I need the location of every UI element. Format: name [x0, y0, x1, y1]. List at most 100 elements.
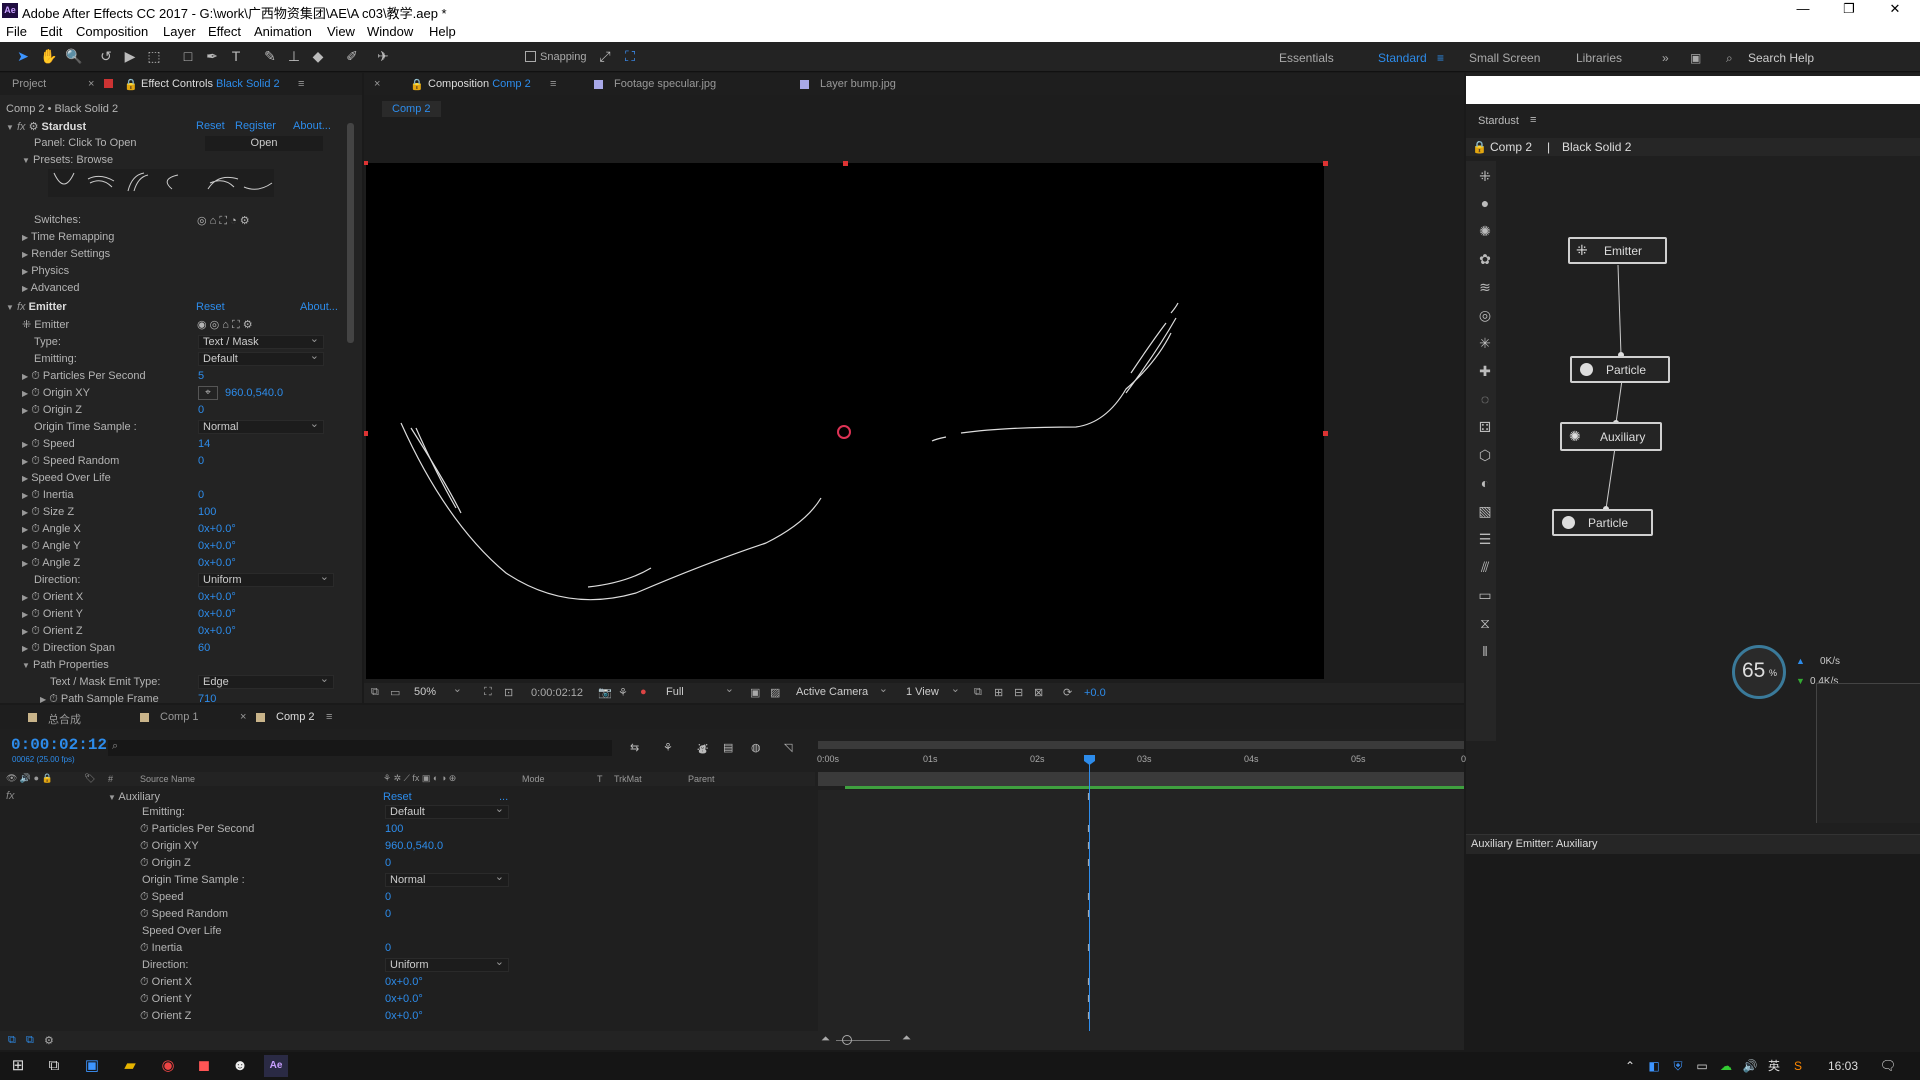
palette-turbulence-icon[interactable]: ✿	[1476, 250, 1494, 268]
stardust-reset-link[interactable]: Reset	[196, 120, 225, 134]
prop-path-properties[interactable]: ▼ Path Properties	[22, 659, 109, 673]
prop-orient-z[interactable]: ▶ ⏱ Orient Z	[22, 625, 83, 639]
stopwatch-icon[interactable]: ⏱	[31, 438, 40, 450]
keyframe-marker[interactable]: I	[1087, 841, 1092, 852]
keyframe-marker[interactable]: I	[1087, 1011, 1092, 1022]
expand-icon[interactable]: ▶	[22, 389, 28, 398]
stardust-register-link[interactable]: Register	[235, 120, 276, 134]
task-view-icon[interactable]: ⧉	[42, 1055, 66, 1077]
prop-value[interactable]: 0	[198, 455, 204, 469]
collapse-icon[interactable]: ▼	[6, 303, 14, 312]
palette-spin-icon[interactable]: ◌	[1476, 390, 1494, 408]
camera-dropdown[interactable]: Active Camera	[792, 683, 892, 700]
expand-icon[interactable]: ▶	[22, 593, 28, 602]
brush-tool-icon[interactable]: ✎	[262, 48, 278, 64]
prop-origin-time-sample[interactable]: Origin Time Sample :	[34, 421, 137, 435]
prop-dropdown[interactable]: Default	[198, 350, 324, 366]
palette-auxiliary-icon[interactable]: ✺	[1476, 222, 1494, 240]
lock-icon[interactable]: 🔒	[124, 78, 138, 91]
reset-exposure-icon[interactable]: ⟳	[1063, 686, 1072, 699]
notification-icon[interactable]: 🗨	[1876, 1055, 1900, 1077]
timeline-icon[interactable]: ⊟	[1014, 686, 1023, 699]
prop-speed-random[interactable]: ▶ ⏱ Speed Random	[22, 455, 119, 469]
tl-prop-inertia[interactable]: ⏱ Inertia	[140, 942, 182, 956]
prop-direction[interactable]: Direction:	[34, 574, 80, 588]
tl-prop-speed[interactable]: ⏱ Speed	[140, 891, 183, 905]
stopwatch-icon[interactable]: ⏱	[49, 693, 58, 705]
menu-layer[interactable]: Layer	[163, 24, 196, 39]
title-safe-icon[interactable]: ⊡	[504, 686, 513, 699]
prop-dropdown[interactable]: Edge	[198, 673, 334, 689]
group-physics[interactable]: ▶ Physics	[22, 265, 69, 279]
clock[interactable]: 16:03	[1828, 1059, 1858, 1073]
after-effects-icon[interactable]: Ae	[264, 1055, 288, 1077]
selection-tool-icon[interactable]: ➤	[15, 48, 31, 64]
resolution-dropdown[interactable]: Full	[662, 683, 738, 700]
stardust-about-link[interactable]: About...	[293, 120, 331, 134]
expand-icon[interactable]: ▶	[22, 457, 28, 466]
palette-group-icon[interactable]: ⚃	[1476, 418, 1494, 436]
show-snapshot-icon[interactable]: ⚘	[618, 686, 628, 699]
tl-prop-dropdown[interactable]: Normal	[385, 871, 509, 887]
node-particle-2[interactable]: Particle	[1552, 509, 1653, 536]
prop-origin-z[interactable]: ▶ ⏱ Origin Z	[22, 404, 82, 418]
transparency-grid-icon[interactable]: ▨	[770, 686, 780, 699]
palette-model-icon[interactable]: ⬡	[1476, 446, 1494, 464]
qq-icon[interactable]: ☻	[228, 1055, 252, 1077]
stopwatch-icon[interactable]: ⏱	[31, 540, 40, 552]
zoom-out-icon[interactable]: ⏶	[821, 1033, 830, 1046]
zoom-slider-knob[interactable]	[842, 1035, 852, 1045]
menu-edit[interactable]: Edit	[40, 24, 62, 39]
prop-emitting[interactable]: Emitting:	[34, 353, 77, 367]
palette-frame-icon[interactable]: ▭	[1476, 586, 1494, 604]
keyframe-marker[interactable]: I	[1087, 909, 1092, 920]
expand-icon[interactable]: ▶	[22, 559, 28, 568]
layer-handle-tl[interactable]	[364, 161, 368, 165]
stopwatch-icon[interactable]: ⏱	[140, 857, 149, 869]
panel-menu-icon[interactable]: ≡	[550, 78, 556, 90]
prop-value[interactable]: 0	[198, 489, 204, 503]
prop-value[interactable]: 0x+0.0°	[198, 608, 236, 622]
menu-composition[interactable]: Composition	[76, 24, 148, 39]
layer-handle-ml[interactable]	[364, 431, 368, 436]
switches-icons[interactable]: ◎ ⌂ ⛶ ◔ ⚙	[197, 214, 250, 228]
tl-prop-value[interactable]: 0x+0.0°	[385, 1010, 423, 1024]
close-icon[interactable]: ✕	[1872, 1, 1918, 21]
keyframe-marker[interactable]: I	[1087, 994, 1092, 1005]
rectangle-tool-icon[interactable]: □	[180, 48, 196, 64]
tl-prop-direction[interactable]: Direction:	[142, 959, 188, 973]
menu-animation[interactable]: Animation	[254, 24, 312, 39]
tab-comp1[interactable]: Comp 1	[160, 711, 199, 723]
panel-menu-icon[interactable]: ≡	[298, 78, 304, 90]
tab-main-comp[interactable]: 总合成	[48, 711, 81, 727]
palette-attractor-icon[interactable]: ◎	[1476, 306, 1494, 324]
expand-icon[interactable]: ▶	[22, 627, 28, 636]
browser-icon[interactable]: ◼	[192, 1055, 216, 1077]
stopwatch-icon[interactable]: ⏱	[31, 557, 40, 569]
always-preview-icon[interactable]: ⧉	[371, 686, 379, 699]
camera-tool-icon[interactable]: ▶	[122, 48, 138, 64]
monitor-icon[interactable]: ▭	[390, 686, 400, 699]
workspace-essentials[interactable]: Essentials	[1279, 51, 1334, 65]
prop-value[interactable]: 0x+0.0°	[198, 523, 236, 537]
stopwatch-icon[interactable]: ⏱	[140, 976, 149, 988]
palette-add-icon[interactable]: ✚	[1476, 362, 1494, 380]
expand-icon[interactable]: ▶	[40, 695, 46, 704]
stopwatch-icon[interactable]: ⏱	[140, 993, 149, 1005]
flowchart-icon[interactable]: ⊠	[1034, 686, 1043, 699]
wechat-icon[interactable]: ☁	[1714, 1055, 1738, 1077]
prop-value[interactable]: 60	[198, 642, 210, 656]
ime-indicator[interactable]: 英	[1762, 1055, 1786, 1077]
network-icon[interactable]: ▭	[1690, 1055, 1714, 1077]
tl-prop-speed-random[interactable]: ⏱ Speed Random	[140, 908, 228, 922]
prop-inertia[interactable]: ▶ ⏱ Inertia	[22, 489, 73, 503]
presets-browse[interactable]: ▼ Presets: Browse	[22, 154, 113, 168]
time-ruler[interactable]: 0:00s 01s 02s 03s 04s 05s 0	[815, 752, 1466, 770]
close-icon[interactable]: ×	[374, 78, 380, 90]
start-icon[interactable]: ⊞	[6, 1055, 30, 1077]
prop-speed-over-life[interactable]: ▶ Speed Over Life	[22, 472, 111, 486]
layer-duration-bar[interactable]	[818, 772, 1464, 786]
puppet-tool-icon[interactable]: ✈	[375, 48, 391, 64]
security-icon[interactable]: ⛨	[1666, 1055, 1690, 1077]
tray-up-icon[interactable]: ⌃	[1618, 1055, 1642, 1077]
